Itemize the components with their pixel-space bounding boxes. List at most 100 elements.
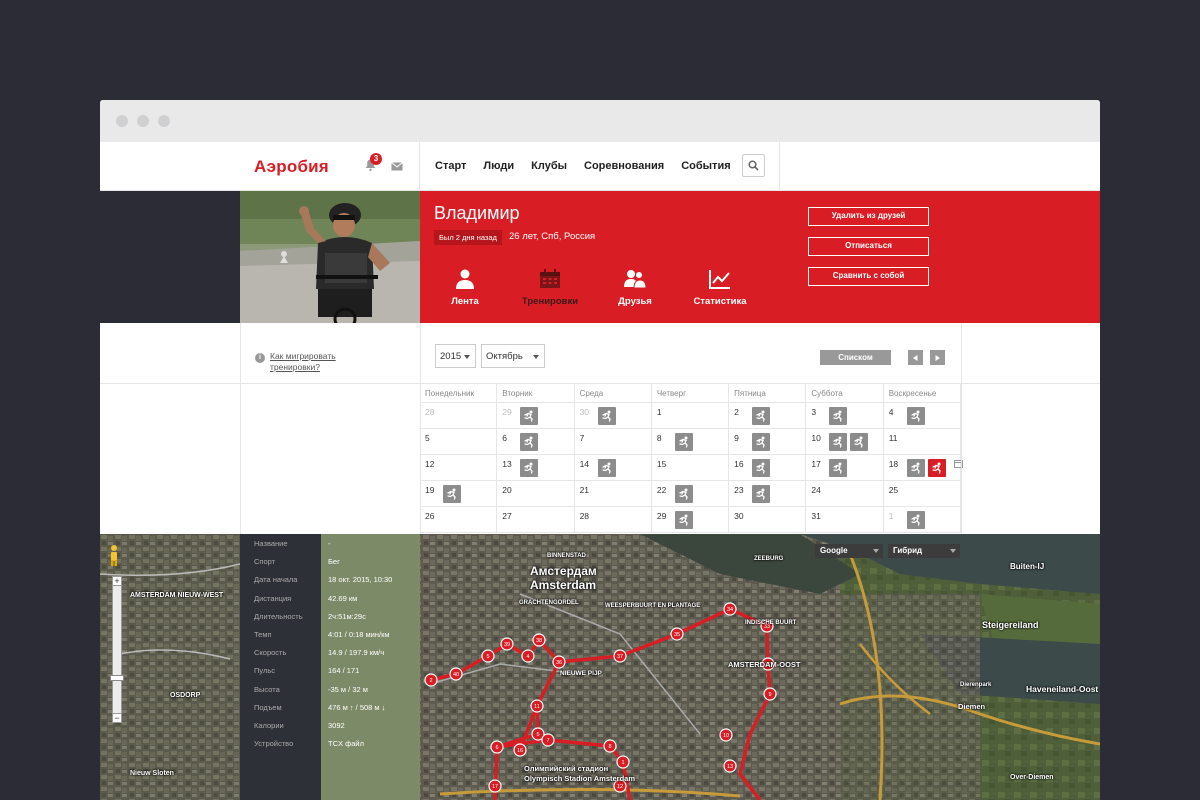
calendar-day[interactable]: 19: [420, 481, 498, 507]
training-activity-button[interactable]: [906, 407, 925, 425]
training-activity-button[interactable]: [674, 511, 693, 529]
close-window-dot[interactable]: [116, 115, 128, 127]
calendar-day[interactable]: 20: [497, 481, 575, 507]
calendar-day[interactable]: 29: [497, 403, 575, 429]
route-marker[interactable]: 9: [763, 687, 777, 701]
nav-link-clubs[interactable]: Клубы: [531, 160, 567, 172]
calendar-day[interactable]: 8: [651, 429, 730, 455]
calendar-day[interactable]: 24: [806, 481, 884, 507]
zoom-slider[interactable]: + −: [110, 576, 124, 723]
calendar-day[interactable]: 2: [729, 403, 807, 429]
calendar-day[interactable]: 7: [574, 429, 652, 455]
training-activity-button[interactable]: [752, 433, 771, 451]
calendar-day[interactable]: 23: [729, 481, 807, 507]
training-activity-button[interactable]: [443, 485, 461, 503]
calendar-day[interactable]: 16: [729, 455, 807, 481]
prev-month-button[interactable]: [908, 350, 923, 365]
route-marker[interactable]: 7: [541, 733, 555, 747]
route-marker[interactable]: 11: [530, 699, 544, 713]
calendar-day[interactable]: 13: [497, 455, 575, 481]
minimize-window-dot[interactable]: [137, 115, 149, 127]
training-activity-button[interactable]: [520, 459, 539, 477]
route-marker[interactable]: 40: [449, 667, 463, 681]
zoom-in-button[interactable]: +: [112, 576, 122, 586]
next-month-button[interactable]: [930, 350, 945, 365]
calendar-day[interactable]: 21: [574, 481, 652, 507]
training-activity-button[interactable]: [829, 433, 848, 451]
calendar-day[interactable]: 12: [420, 455, 498, 481]
calendar-day[interactable]: 29: [651, 507, 730, 533]
nav-link-start[interactable]: Старт: [435, 160, 466, 172]
maximize-window-dot[interactable]: [158, 115, 170, 127]
calendar-day[interactable]: 14: [574, 455, 652, 481]
tab-feed[interactable]: Лента: [430, 269, 500, 307]
calendar-day[interactable]: 30: [729, 507, 807, 533]
training-activity-button[interactable]: [752, 485, 771, 503]
training-activity-button[interactable]: [520, 407, 539, 425]
unsubscribe-button[interactable]: Отписаться: [808, 237, 929, 256]
brand-logo[interactable]: Аэробия: [254, 157, 329, 177]
nav-link-competitions[interactable]: Соревнования: [584, 160, 664, 172]
compare-button[interactable]: Сравнить с собой: [808, 267, 929, 286]
route-marker[interactable]: 17: [488, 779, 502, 793]
zoom-out-button[interactable]: −: [112, 713, 122, 723]
calendar-day[interactable]: 28: [574, 507, 652, 533]
remove-friend-button[interactable]: Удалить из друзей: [808, 207, 929, 226]
route-marker[interactable]: 38: [532, 633, 546, 647]
search-button[interactable]: [742, 154, 765, 177]
calendar-day[interactable]: 11: [883, 429, 961, 455]
calendar-day[interactable]: 6: [497, 429, 575, 455]
training-activity-button[interactable]: [906, 459, 925, 477]
route-map[interactable]: 2 40 5 39 4 38 36 37 35 34 33 32 9 10 11 5 6 7 8 1 16 17 12 13 …: [100, 534, 1100, 800]
calendar-day[interactable]: 4: [883, 403, 961, 429]
mail-icon[interactable]: [391, 162, 403, 171]
tab-friends[interactable]: Друзья: [600, 269, 670, 307]
calendar-day[interactable]: 31: [806, 507, 884, 533]
calendar-day[interactable]: 27: [497, 507, 575, 533]
training-activity-button[interactable]: [752, 407, 771, 425]
nav-link-events[interactable]: События: [681, 160, 730, 172]
route-marker[interactable]: 36: [552, 655, 566, 669]
training-activity-button[interactable]: [829, 407, 848, 425]
training-activity-button[interactable]: [674, 433, 693, 451]
migrate-link[interactable]: Как мигрировать тренировки?: [270, 351, 350, 373]
year-select[interactable]: 2015: [435, 344, 476, 368]
map-mode-select[interactable]: Гибрид: [888, 544, 960, 558]
training-activity-button[interactable]: [752, 459, 771, 477]
street-view-pegman[interactable]: [108, 544, 120, 571]
training-activity-button[interactable]: [597, 407, 616, 425]
map-provider-select[interactable]: Google: [815, 544, 883, 558]
route-marker[interactable]: 34: [723, 602, 737, 616]
calendar-day[interactable]: 18: [883, 455, 963, 481]
training-activity-button[interactable]: [597, 459, 616, 477]
calendar-day[interactable]: 30: [574, 403, 652, 429]
route-marker[interactable]: 8: [603, 739, 617, 753]
route-marker[interactable]: 16: [513, 743, 527, 757]
calendar-day[interactable]: 22: [651, 481, 730, 507]
route-marker[interactable]: 6: [490, 740, 504, 754]
training-activity-button[interactable]: [927, 459, 946, 477]
calendar-day[interactable]: 5: [420, 429, 498, 455]
month-select[interactable]: Октябрь: [481, 344, 545, 368]
calendar-day[interactable]: 25: [883, 481, 961, 507]
route-marker[interactable]: 37: [613, 649, 627, 663]
tab-statistics[interactable]: Статистика: [685, 269, 755, 307]
training-activity-button[interactable]: [829, 459, 848, 477]
training-activity-button[interactable]: [906, 511, 925, 529]
calendar-day[interactable]: 17: [806, 455, 884, 481]
zoom-handle[interactable]: [110, 675, 124, 681]
nav-link-people[interactable]: Люди: [483, 160, 514, 172]
route-marker[interactable]: 1: [616, 755, 630, 769]
calendar-day[interactable]: 10: [806, 429, 884, 455]
training-activity-button[interactable]: [674, 485, 693, 503]
route-marker[interactable]: 5: [481, 649, 495, 663]
route-marker[interactable]: 2: [424, 673, 438, 687]
calendar-day[interactable]: 15: [651, 455, 730, 481]
calendar-day[interactable]: 1: [651, 403, 730, 429]
list-view-button[interactable]: Списком: [820, 350, 891, 365]
training-activity-button[interactable]: [520, 433, 539, 451]
route-marker[interactable]: 35: [670, 627, 684, 641]
calendar-day[interactable]: 28: [420, 403, 498, 429]
tab-trainings[interactable]: Тренировки: [515, 269, 585, 307]
calendar-day[interactable]: 1: [883, 507, 961, 533]
